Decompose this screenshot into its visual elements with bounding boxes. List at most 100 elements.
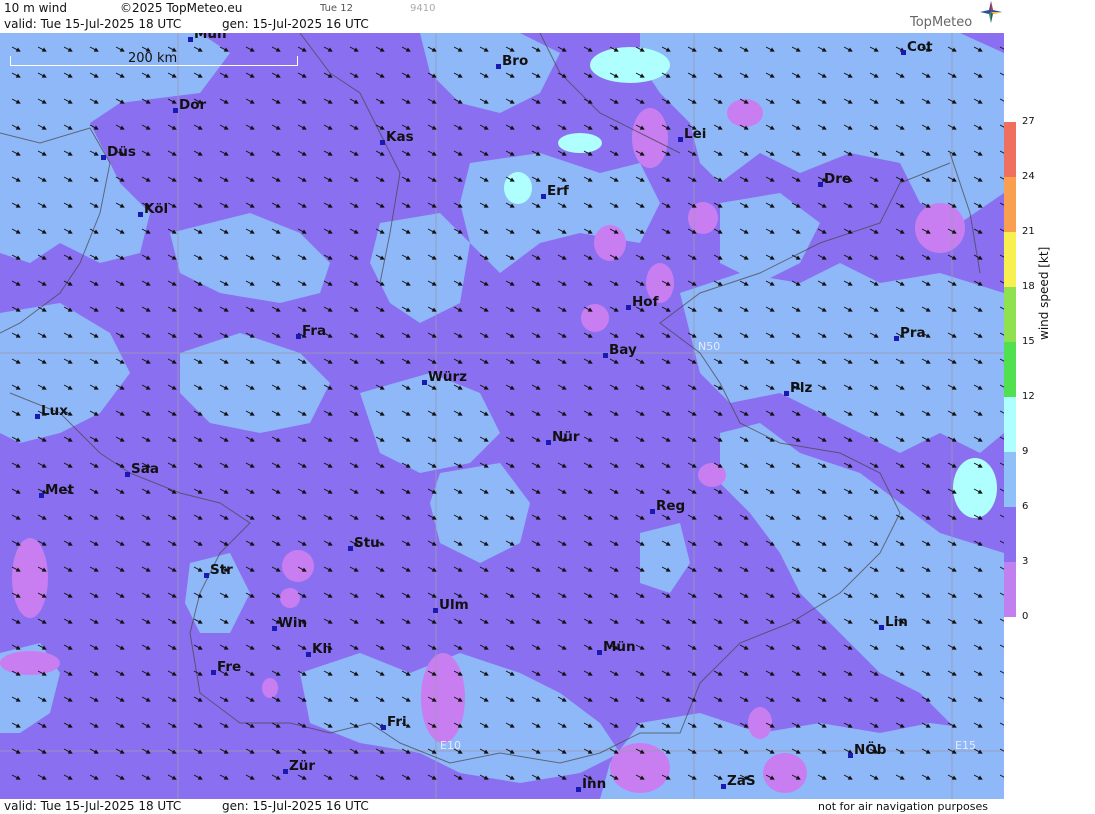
city-marker [101,155,106,160]
code: 9410 [410,3,436,14]
city-marker [272,626,277,631]
legend-swatch [1004,562,1016,617]
grid-label-e10: E10 [440,739,461,752]
footer: valid: Tue 15-Jul-2025 18 UTC gen: 15-Ju… [0,799,1004,814]
city-marker [678,137,683,142]
legend-tick-label: 9 [1022,446,1029,457]
city-marker [381,725,386,730]
city-label: Plz [790,380,813,396]
legend [1004,0,1095,814]
legend-colorbar [1004,122,1016,617]
city-marker [348,546,353,551]
city-label: Met [45,482,75,498]
gen-time: gen: 15-Jul-2025 16 UTC [222,17,369,31]
city-label: Dre [824,171,852,187]
city-marker [597,650,602,655]
city-marker [138,212,143,217]
city-marker [603,353,608,358]
city-label: ZaS [727,773,756,789]
city-marker [204,573,209,578]
city-label: Win [278,615,308,631]
legend-swatch [1004,232,1016,288]
legend-title: wind speed [kt] [1037,246,1051,340]
legend-tick-label: 27 [1022,116,1035,127]
city-label: NÖb [854,742,887,758]
city-marker [546,440,551,445]
city-marker [433,608,438,613]
wind-map[interactable]: 200 km N50 E10 E15 Mün Bro Cot Dor Kas Lei Düs… [0,33,1004,799]
city-label: Reg [656,498,686,514]
city-label: Pra [900,325,926,341]
city-marker [894,336,899,341]
city-marker [650,509,655,514]
city-label: Bro [502,53,529,69]
city-label: Zür [289,758,316,774]
city-marker [626,305,631,310]
footer-gen: gen: 15-Jul-2025 16 UTC [222,799,369,813]
city-marker [173,108,178,113]
city-label: Nür [552,429,580,445]
city-marker [296,334,301,339]
city-marker [879,625,884,630]
legend-tick-label: 3 [1022,556,1029,567]
legend-swatch [1004,397,1016,453]
run-short: Tue 12 [320,3,353,14]
city-label: Mün [194,33,227,42]
legend-tick-label: 6 [1022,501,1029,512]
scale-label: 200 km [128,51,178,66]
legend-tick-label: 21 [1022,226,1035,237]
city-label: Inn [582,776,607,792]
city-label: Str [210,562,233,578]
city-label: Würz [428,369,468,385]
footer-note: not for air navigation purposes [818,800,988,813]
city-label: Saa [131,461,159,477]
city-marker [39,493,44,498]
city-marker [784,391,789,396]
city-label: Dor [179,97,207,113]
legend-tick-label: 15 [1022,336,1035,347]
city-label: Hof [632,294,659,310]
valid-time: valid: Tue 15-Jul-2025 18 UTC [4,17,182,31]
city-label: Düs [107,144,136,160]
city-marker [848,753,853,758]
city-marker [125,472,130,477]
grid-label-n50: N50 [698,340,721,353]
header: 10 m wind ©2025 TopMeteo.eu Tue 12 9410 … [0,0,1004,33]
city-label: Stu [354,535,380,551]
city-marker [901,50,906,55]
legend-swatch [1004,122,1016,178]
city-marker [380,140,385,145]
city-label: Fri [387,714,407,730]
legend-swatch [1004,287,1016,343]
logo-text: TopMeteo [910,15,973,30]
city-marker [422,380,427,385]
topmeteo-logo[interactable]: TopMeteo [910,1,1002,30]
legend-tick-label: 24 [1022,171,1035,182]
city-marker [576,787,581,792]
legend-swatch [1004,342,1016,398]
city-marker [721,784,726,789]
city-label: Fre [217,659,242,675]
legend-tick-label: 18 [1022,281,1035,292]
city-label: Fra [302,323,327,339]
wind-field [0,33,1004,799]
city-marker [283,769,288,774]
legend-tick-label: 12 [1022,391,1035,402]
footer-valid: valid: Tue 15-Jul-2025 18 UTC [4,799,182,813]
legend-swatch [1004,507,1016,563]
city-marker [496,64,501,69]
city-label: Erf [547,183,569,199]
city-marker [541,194,546,199]
city-label: Köl [144,201,169,217]
copyright: ©2025 TopMeteo.eu [120,1,243,15]
legend-swatch [1004,452,1016,508]
city-marker [188,37,193,42]
city-marker [35,414,40,419]
legend-tick-label: 0 [1022,611,1029,622]
compass-icon [980,1,1002,23]
city-label: Ulm [439,597,469,613]
city-label: Lux [41,403,68,419]
city-label: Mün [603,639,636,655]
city-label: Bay [609,342,637,358]
product-title: 10 m wind [4,1,67,15]
